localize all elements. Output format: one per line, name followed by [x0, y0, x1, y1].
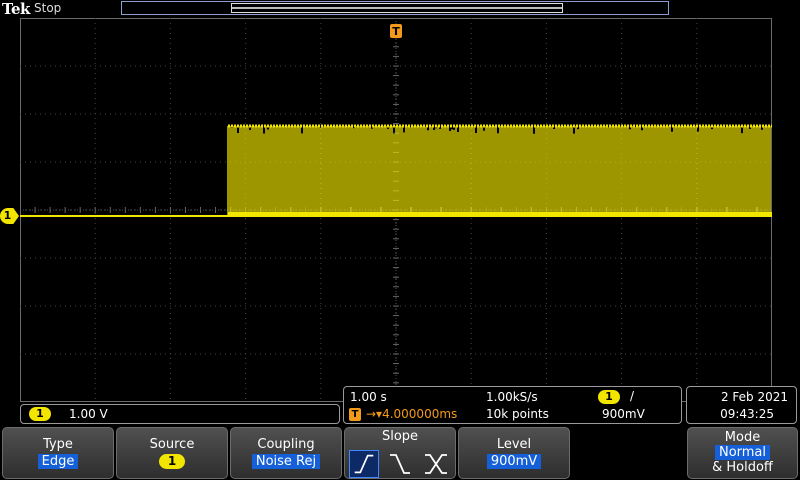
type-softkey[interactable]: Type Edge [2, 427, 114, 479]
type-label: Type [43, 437, 73, 452]
level-softkey[interactable]: Level 900mV [458, 427, 570, 479]
falling-edge-icon[interactable] [385, 450, 415, 478]
either-edge-icon[interactable] [421, 450, 451, 478]
coupling-softkey[interactable]: Coupling Noise Rej [230, 427, 342, 479]
source-label: Source [149, 437, 195, 452]
trigger-marker-label: T [392, 25, 400, 38]
mode-softkey[interactable]: Mode Normal & Holdoff [687, 427, 798, 479]
trigger-delay: →▾4.000000ms [366, 407, 458, 421]
channel-1-ground-marker[interactable]: 1 [0, 208, 19, 224]
trigger-slope-icon: / [630, 389, 635, 403]
acquisition-status: Stop [34, 1, 62, 15]
trigger-source-badge: 1 [598, 390, 620, 404]
trigger-position-icon: T [349, 408, 361, 421]
mode-value: Normal [714, 445, 771, 460]
slope-label: Slope [381, 429, 419, 444]
channel-1-scale: 1.00 V [69, 407, 108, 421]
mode-label: Mode [724, 430, 761, 445]
sample-rate: 1.00kS/s [486, 390, 538, 404]
channel-scale-readout[interactable]: 1 1.00 V [20, 404, 340, 424]
channel-1-badge: 1 [29, 407, 51, 421]
waveform-display: T [20, 18, 772, 402]
trigger-level: 900mV [602, 407, 645, 421]
coupling-value: Noise Rej [251, 454, 321, 469]
source-value: 1 [159, 454, 185, 469]
timebase-trigger-readout[interactable]: 1.00 s 1.00kS/s 10k points T →▾4.000000m… [343, 386, 682, 424]
coupling-label: Coupling [257, 437, 315, 452]
rising-edge-icon[interactable] [349, 450, 379, 478]
tek-logo: Tek [2, 0, 30, 18]
level-value: 900mV [486, 454, 542, 469]
time: 09:43:25 [720, 407, 774, 421]
source-softkey[interactable]: Source 1 [116, 427, 228, 479]
type-value: Edge [37, 454, 79, 469]
level-label: Level [496, 437, 532, 452]
horizontal-scale: 1.00 s [350, 390, 387, 404]
slope-softkey[interactable]: Slope [344, 427, 456, 479]
mode-holdoff: & Holdoff [712, 460, 773, 475]
datetime-readout: 2 Feb 2021 09:43:25 [686, 386, 797, 424]
channel-1-trace [20, 124, 772, 217]
date: 2 Feb 2021 [720, 390, 788, 404]
record-view-window[interactable] [231, 3, 563, 13]
trigger-delay-value: 4.000000ms [382, 407, 458, 421]
record-length: 10k points [486, 407, 549, 421]
